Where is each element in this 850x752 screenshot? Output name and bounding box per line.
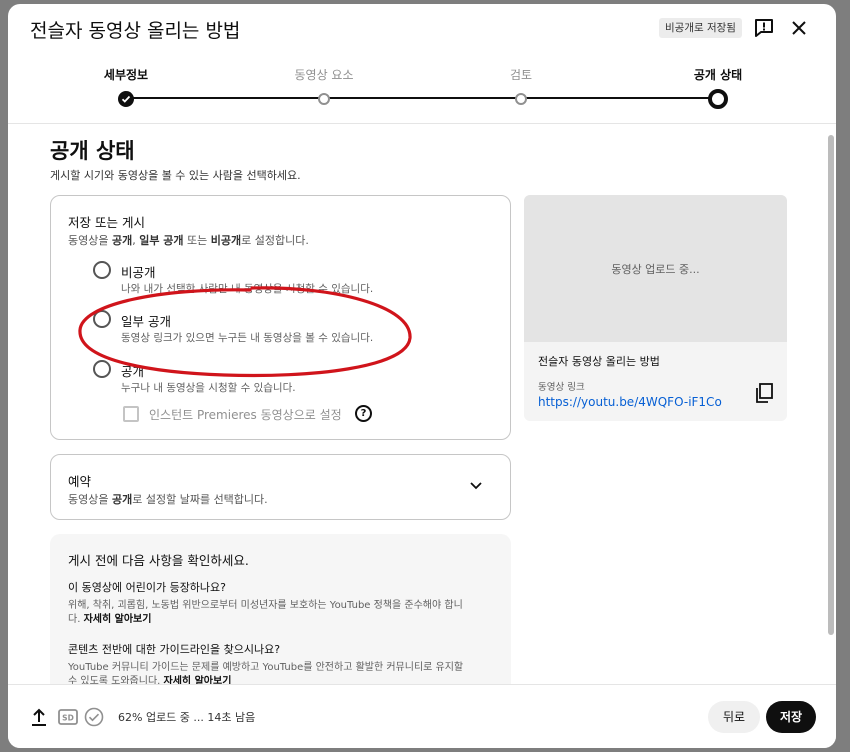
option-label: 일부 공개 xyxy=(121,314,171,329)
stepper-track xyxy=(126,97,718,99)
save-or-publish-card: 저장 또는 게시 동영상을 공개, 일부 공개 또는 비공개로 설정합니다. 비… xyxy=(50,195,511,440)
video-link-label: 동영상 링크 xyxy=(538,382,585,393)
content-scrollbar[interactable] xyxy=(828,125,834,684)
step-label: 세부정보 xyxy=(103,68,149,82)
step-label: 검토 xyxy=(509,68,533,82)
checklist-question: 콘텐츠 전반에 대한 가이드라인을 찾으시나요? xyxy=(68,643,281,656)
checklist-answer: YouTube 커뮤니티 가이드는 문제를 예방하고 YouTube를 안전하고… xyxy=(68,661,468,684)
upload-progress-message: 동영상 업로드 중... xyxy=(611,262,700,276)
schedule-title: 예약 xyxy=(68,474,92,489)
chevron-down-icon[interactable] xyxy=(468,477,484,493)
feedback-icon[interactable] xyxy=(752,16,776,40)
prepublish-checklist: 게시 전에 다음 사항을 확인하세요. 이 동영상에 어린이가 등장하나요? 위… xyxy=(50,534,511,684)
instant-premiere-checkbox[interactable] xyxy=(123,406,139,422)
visibility-heading: 공개 상태 xyxy=(50,139,135,163)
checks-complete-icon xyxy=(84,707,104,727)
instant-premiere-label: 인스턴트 Premieres 동영상으로 설정 xyxy=(149,408,342,422)
step-details[interactable]: 세부정보 xyxy=(66,66,186,107)
step-complete-check-icon xyxy=(118,91,134,107)
radio-private[interactable] xyxy=(93,261,111,279)
checklist-title: 게시 전에 다음 사항을 확인하세요. xyxy=(68,553,249,568)
schedule-card[interactable]: 예약 동영상을 공개로 설정할 날짜를 선택합니다. xyxy=(50,454,511,520)
option-label: 공개 xyxy=(121,364,145,379)
video-preview-panel: 동영상 업로드 중... 전슬자 동영상 올리는 방법 동영상 링크 https… xyxy=(524,195,787,421)
upload-stepper: 세부정보 동영상 요소 검토 공개 상태 xyxy=(8,54,836,124)
dialog-content: 공개 상태 게시할 시기와 동영상을 볼 수 있는 사람을 선택하세요. 저장 … xyxy=(8,125,836,684)
radio-public[interactable] xyxy=(93,360,111,378)
upload-icon xyxy=(32,708,46,726)
copy-icon[interactable] xyxy=(755,383,773,403)
upload-status-text: 62% 업로드 중 ... 14초 남음 xyxy=(118,711,256,724)
step-label: 동영상 요소 xyxy=(294,68,354,82)
step-pending-dot-icon xyxy=(318,93,330,105)
dialog-header: 전슬자 동영상 올리는 방법 비공개로 저장됨 xyxy=(8,4,836,54)
option-description: 나와 내가 선택한 사람만 내 동영상을 시청할 수 있습니다. xyxy=(121,283,374,295)
option-label: 비공개 xyxy=(121,265,156,280)
save-button[interactable]: 저장 xyxy=(766,701,816,733)
close-icon[interactable] xyxy=(787,16,811,40)
upload-dialog: 전슬자 동영상 올리는 방법 비공개로 저장됨 세부정보 동영상 요소 검토 공… xyxy=(8,4,836,748)
step-pending-dot-icon xyxy=(515,93,527,105)
learn-more-link[interactable]: 자세히 알아보기 xyxy=(164,676,232,684)
preview-video-title: 전슬자 동영상 올리는 방법 xyxy=(538,355,660,368)
step-visibility[interactable]: 공개 상태 xyxy=(658,66,778,109)
save-or-publish-description: 동영상을 공개, 일부 공개 또는 비공개로 설정합니다. xyxy=(68,234,309,247)
video-link[interactable]: https://youtu.be/4WQFO-iF1Co xyxy=(538,395,722,409)
checklist-question: 이 동영상에 어린이가 등장하나요? xyxy=(68,581,227,594)
learn-more-link[interactable]: 자세히 알아보기 xyxy=(84,614,152,625)
checklist-answer: 위해, 착취, 괴롭힘, 노동법 위반으로부터 미성년자를 보호하는 YouTu… xyxy=(68,600,463,625)
step-label: 공개 상태 xyxy=(693,68,743,82)
radio-unlisted[interactable] xyxy=(93,310,111,328)
saved-status-badge: 비공개로 저장됨 xyxy=(659,18,742,38)
step-current-dot-icon xyxy=(708,89,728,109)
schedule-description: 동영상을 공개로 설정할 날짜를 선택합니다. xyxy=(68,493,268,506)
sd-badge-text: SD xyxy=(62,714,74,723)
step-video-elements[interactable]: 동영상 요소 xyxy=(264,66,384,105)
dialog-footer: SD 62% 업로드 중 ... 14초 남음 뒤로 저장 xyxy=(8,684,836,748)
sd-quality-icon: SD xyxy=(58,709,78,725)
video-thumbnail: 동영상 업로드 중... xyxy=(524,195,787,342)
help-icon[interactable]: ? xyxy=(355,405,372,422)
back-button[interactable]: 뒤로 xyxy=(708,701,760,733)
dialog-title: 전슬자 동영상 올리는 방법 xyxy=(30,20,241,42)
save-or-publish-title: 저장 또는 게시 xyxy=(68,215,145,230)
option-description: 동영상 링크가 있으면 누구든 내 동영상을 볼 수 있습니다. xyxy=(121,332,374,344)
visibility-description: 게시할 시기와 동영상을 볼 수 있는 사람을 선택하세요. xyxy=(50,169,301,182)
step-checks[interactable]: 검토 xyxy=(461,66,581,105)
scrollbar-thumb[interactable] xyxy=(828,135,834,635)
option-description: 누구나 내 동영상을 시청할 수 있습니다. xyxy=(121,382,296,394)
